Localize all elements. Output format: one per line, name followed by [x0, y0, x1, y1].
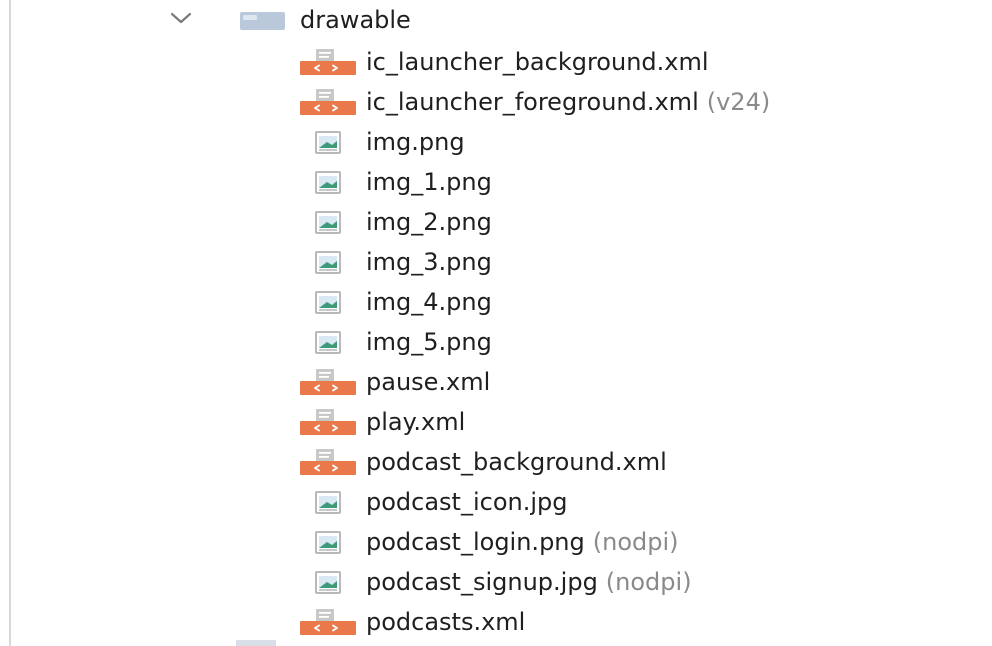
tree-file-row[interactable]: podcast_background.xml — [0, 442, 992, 482]
file-name: img_5.png — [366, 328, 492, 356]
xml-file-icon — [298, 607, 356, 637]
image-file-icon — [298, 247, 356, 277]
file-label: img_4.png — [366, 286, 492, 318]
tree-file-row[interactable]: img_4.png — [0, 282, 992, 322]
tree-folder-drawable[interactable]: drawable — [0, 0, 992, 40]
file-label: podcasts.xml — [366, 606, 525, 638]
file-label: podcast_login.png (nodpi) — [366, 526, 679, 558]
xml-file-icon — [298, 367, 356, 397]
tree-file-row[interactable]: img_5.png — [0, 322, 992, 362]
tree-file-row[interactable]: ic_launcher_background.xml — [0, 42, 992, 82]
file-label: ic_launcher_background.xml — [366, 46, 709, 78]
project-tree: drawable ic_launcher_background.xml ic_l… — [0, 0, 992, 646]
tree-file-row[interactable]: podcasts.xml — [0, 602, 992, 642]
tree-file-row[interactable]: ic_launcher_foreground.xml (v24) — [0, 82, 992, 122]
file-name: podcasts.xml — [366, 608, 526, 636]
xml-file-icon — [298, 87, 356, 117]
file-name: pause.xml — [366, 368, 491, 396]
file-label: podcast_icon.jpg — [366, 486, 568, 518]
file-name: ic_launcher_background.xml — [366, 48, 709, 76]
file-name: podcast_signup.jpg — [366, 568, 598, 596]
file-name: img_1.png — [366, 168, 492, 196]
file-label: ic_launcher_foreground.xml (v24) — [366, 86, 770, 118]
file-name: img.png — [366, 128, 465, 156]
xml-file-icon — [298, 447, 356, 477]
file-label: play.xml — [366, 406, 465, 438]
file-label: img.png — [366, 126, 465, 158]
chevron-down-icon[interactable] — [170, 10, 192, 26]
folder-icon — [240, 12, 285, 30]
tree-file-row[interactable]: img_3.png — [0, 242, 992, 282]
file-name: img_3.png — [366, 248, 492, 276]
file-label: img_2.png — [366, 206, 492, 238]
file-name: podcast_icon.jpg — [366, 488, 568, 516]
image-file-icon — [298, 287, 356, 317]
image-file-icon — [298, 487, 356, 517]
file-name: ic_launcher_foreground.xml — [366, 88, 699, 116]
image-file-icon — [298, 167, 356, 197]
file-name: podcast_background.xml — [366, 448, 667, 476]
image-file-icon — [298, 327, 356, 357]
image-file-icon — [298, 127, 356, 157]
folder-label: drawable — [300, 6, 411, 34]
tree-file-row[interactable]: podcast_login.png (nodpi) — [0, 522, 992, 562]
file-label: pause.xml — [366, 366, 490, 398]
tree-file-row[interactable]: pause.xml — [0, 362, 992, 402]
resource-qualifier: (nodpi) — [592, 528, 679, 556]
xml-file-icon — [298, 47, 356, 77]
file-name: img_4.png — [366, 288, 492, 316]
resource-qualifier: (v24) — [706, 88, 771, 116]
resource-qualifier: (nodpi) — [605, 568, 692, 596]
next-folder-stub — [236, 640, 276, 646]
image-file-icon — [298, 567, 356, 597]
tree-file-row[interactable]: play.xml — [0, 402, 992, 442]
tree-file-row[interactable]: img.png — [0, 122, 992, 162]
file-label: podcast_background.xml — [366, 446, 667, 478]
file-label: podcast_signup.jpg (nodpi) — [366, 566, 692, 598]
file-label: img_3.png — [366, 246, 492, 278]
xml-file-icon — [298, 407, 356, 437]
file-label: img_1.png — [366, 166, 492, 198]
file-name: img_2.png — [366, 208, 492, 236]
tree-file-row[interactable]: podcast_icon.jpg — [0, 482, 992, 522]
tree-file-row[interactable]: img_2.png — [0, 202, 992, 242]
image-file-icon — [298, 527, 356, 557]
tree-file-row[interactable]: podcast_signup.jpg (nodpi) — [0, 562, 992, 602]
tree-file-row[interactable]: img_1.png — [0, 162, 992, 202]
file-name: podcast_login.png — [366, 528, 585, 556]
file-label: img_5.png — [366, 326, 492, 358]
image-file-icon — [298, 207, 356, 237]
file-name: play.xml — [366, 408, 466, 436]
